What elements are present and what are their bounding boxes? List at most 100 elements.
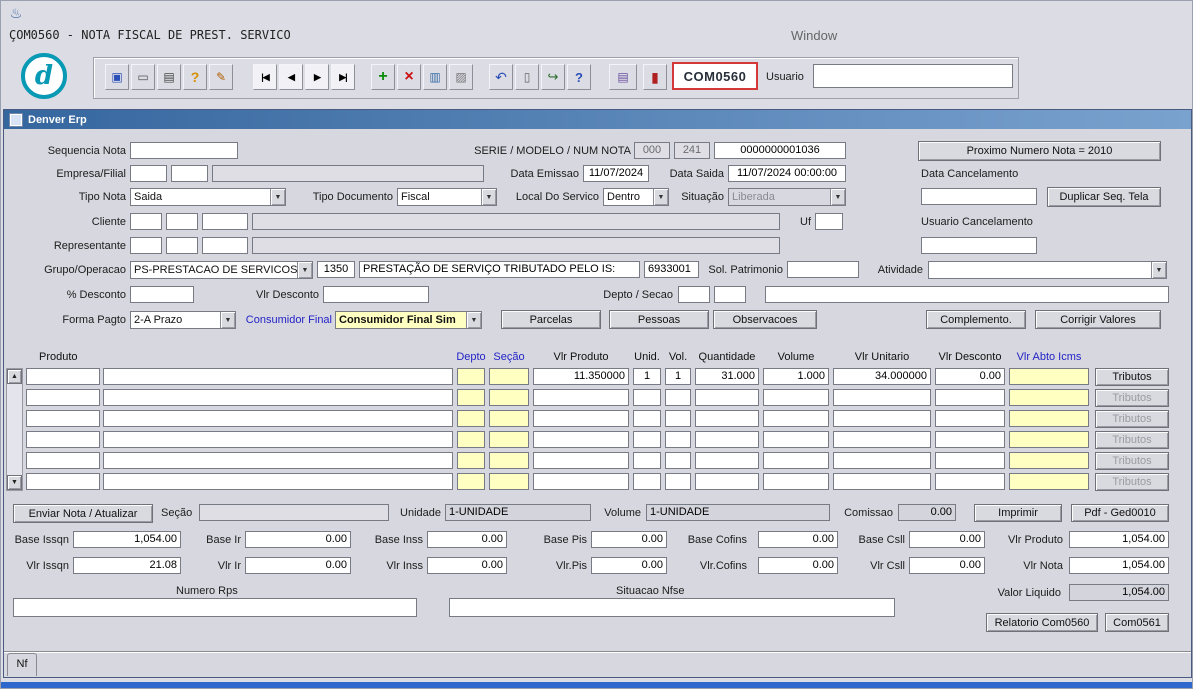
- representante-field-2[interactable]: [166, 237, 198, 254]
- quantidade-cell[interactable]: [695, 389, 759, 406]
- unid-cell[interactable]: [633, 473, 661, 490]
- pdf-ged-button[interactable]: Pdf - Ged0010: [1071, 504, 1169, 522]
- depto-cell[interactable]: [457, 389, 485, 406]
- uf-field[interactable]: [815, 213, 843, 230]
- vlr-produto-cell[interactable]: [533, 473, 629, 490]
- produto-codigo-field[interactable]: [26, 473, 100, 490]
- secao-cell[interactable]: [489, 389, 529, 406]
- pct-desconto-field[interactable]: [130, 286, 194, 303]
- vol-cell[interactable]: [665, 389, 691, 406]
- vlr-desconto-cell[interactable]: [935, 473, 1005, 490]
- vlr-unitario-cell[interactable]: [833, 410, 931, 427]
- vlr-produto-cell[interactable]: 11.350000: [533, 368, 629, 385]
- forma-pagto-select[interactable]: 2-A Prazo▼: [130, 311, 236, 329]
- consumidor-final-select[interactable]: Consumidor Final Sim▼: [335, 311, 482, 329]
- vlr-abto-icms-cell[interactable]: [1009, 473, 1089, 490]
- imprimir-button[interactable]: Imprimir: [974, 504, 1062, 522]
- vlr-unitario-cell[interactable]: [833, 473, 931, 490]
- tipo-documento-select[interactable]: Fiscal▼: [397, 188, 497, 206]
- vlr-issqn-field[interactable]: 21.08: [73, 557, 181, 574]
- data-saida-field[interactable]: 11/07/2024 00:00:00: [728, 165, 846, 182]
- produto-descricao-field[interactable]: [103, 452, 453, 469]
- grupo-operacao-select[interactable]: PS-PRESTACAO DE SERVICOS▼: [130, 261, 313, 279]
- vlr-unitario-cell[interactable]: [833, 431, 931, 448]
- volume-cell[interactable]: [763, 431, 829, 448]
- numero-rps-field[interactable]: [13, 598, 417, 617]
- menu-window[interactable]: Window: [791, 28, 837, 43]
- grupo-codigo-field[interactable]: 6933001: [644, 261, 699, 278]
- pessoas-button[interactable]: Pessoas: [609, 310, 709, 329]
- vlr-desconto-cell[interactable]: [935, 410, 1005, 427]
- secao-cell[interactable]: [489, 473, 529, 490]
- representante-field-1[interactable]: [130, 237, 162, 254]
- depto-secao-descricao-field[interactable]: [765, 286, 1169, 303]
- tributos-button[interactable]: Tributos: [1095, 368, 1169, 386]
- exit-button[interactable]: ▮: [643, 64, 667, 90]
- vlr-desconto-cell[interactable]: [935, 452, 1005, 469]
- help-button[interactable]: ?: [567, 64, 591, 90]
- export-button[interactable]: ↪: [541, 64, 565, 90]
- prev-record-button[interactable]: ◀: [279, 64, 303, 90]
- volume-cell[interactable]: [763, 473, 829, 490]
- tipo-nota-select[interactable]: Saida▼: [130, 188, 286, 206]
- depto-cell[interactable]: [457, 452, 485, 469]
- vlr-produto-cell[interactable]: [533, 410, 629, 427]
- base-issqn-field[interactable]: 1,054.00: [73, 531, 181, 548]
- secao-field[interactable]: [714, 286, 746, 303]
- vlr-desconto-cell[interactable]: 0.00: [935, 368, 1005, 385]
- usuario-cancelamento-field[interactable]: [921, 237, 1037, 254]
- secao-cell[interactable]: [489, 410, 529, 427]
- empresa-field[interactable]: [130, 165, 167, 182]
- base-pis-field[interactable]: 0.00: [591, 531, 667, 548]
- vol-cell[interactable]: [665, 410, 691, 427]
- parcelas-button[interactable]: Parcelas: [501, 310, 601, 329]
- save-button[interactable]: ▣: [105, 64, 129, 90]
- vlr-abto-icms-cell[interactable]: [1009, 431, 1089, 448]
- sequencia-nota-field[interactable]: [130, 142, 238, 159]
- local-servico-select[interactable]: Dentro▼: [603, 188, 669, 206]
- vlr-abto-icms-cell[interactable]: [1009, 368, 1089, 385]
- vlr-csll-field[interactable]: 0.00: [909, 557, 985, 574]
- quantidade-cell[interactable]: [695, 431, 759, 448]
- base-inss-field[interactable]: 0.00: [427, 531, 507, 548]
- vol-cell[interactable]: [665, 431, 691, 448]
- query-help-button[interactable]: ?: [183, 64, 207, 90]
- depto-cell[interactable]: [457, 410, 485, 427]
- menu-button[interactable]: ▤: [609, 64, 637, 90]
- vlr-desconto-cell[interactable]: [935, 389, 1005, 406]
- vlr-produto-cell[interactable]: [533, 431, 629, 448]
- atividade-select[interactable]: ▼: [928, 261, 1167, 279]
- filial-field[interactable]: [171, 165, 208, 182]
- last-record-button[interactable]: ▶|: [331, 64, 355, 90]
- data-emissao-field[interactable]: 11/07/2024: [583, 165, 649, 182]
- vlr-produto-total-field[interactable]: 1,054.00: [1069, 531, 1169, 548]
- grupo-descricao-field[interactable]: PRESTAÇÃO DE SERVIÇO TRIBUTADO PELO IS:: [359, 261, 640, 278]
- relatorio-com0560-button[interactable]: Relatorio Com0560: [986, 613, 1098, 632]
- num-nota-field[interactable]: 0000000001036: [714, 142, 846, 159]
- usuario-input[interactable]: [813, 64, 1013, 88]
- quantidade-cell[interactable]: [695, 452, 759, 469]
- situacao-nfse-field[interactable]: [449, 598, 895, 617]
- cfop-field[interactable]: 1350: [317, 261, 355, 278]
- secao-cell[interactable]: [489, 431, 529, 448]
- quantidade-cell[interactable]: [695, 410, 759, 427]
- produto-codigo-field[interactable]: [26, 389, 100, 406]
- representante-field-3[interactable]: [202, 237, 248, 254]
- unid-cell[interactable]: [633, 431, 661, 448]
- vlr-desconto-cell[interactable]: [935, 431, 1005, 448]
- base-ir-field[interactable]: 0.00: [245, 531, 351, 548]
- vlr-cofins-field[interactable]: 0.00: [758, 557, 838, 574]
- produto-codigo-field[interactable]: [26, 368, 100, 385]
- produto-descricao-field[interactable]: [103, 410, 453, 427]
- unid-cell[interactable]: [633, 389, 661, 406]
- com0561-button[interactable]: Com0561: [1105, 613, 1169, 632]
- clear-button[interactable]: ▨: [449, 64, 473, 90]
- observacoes-button[interactable]: Observacoes: [713, 310, 817, 329]
- vlr-nota-field[interactable]: 1,054.00: [1069, 557, 1169, 574]
- depto-cell[interactable]: [457, 431, 485, 448]
- insert-record-button[interactable]: +: [371, 64, 395, 90]
- delete-record-button[interactable]: ×: [397, 64, 421, 90]
- first-record-button[interactable]: |◀: [253, 64, 277, 90]
- screen-button[interactable]: ▭: [131, 64, 155, 90]
- unid-cell[interactable]: [633, 410, 661, 427]
